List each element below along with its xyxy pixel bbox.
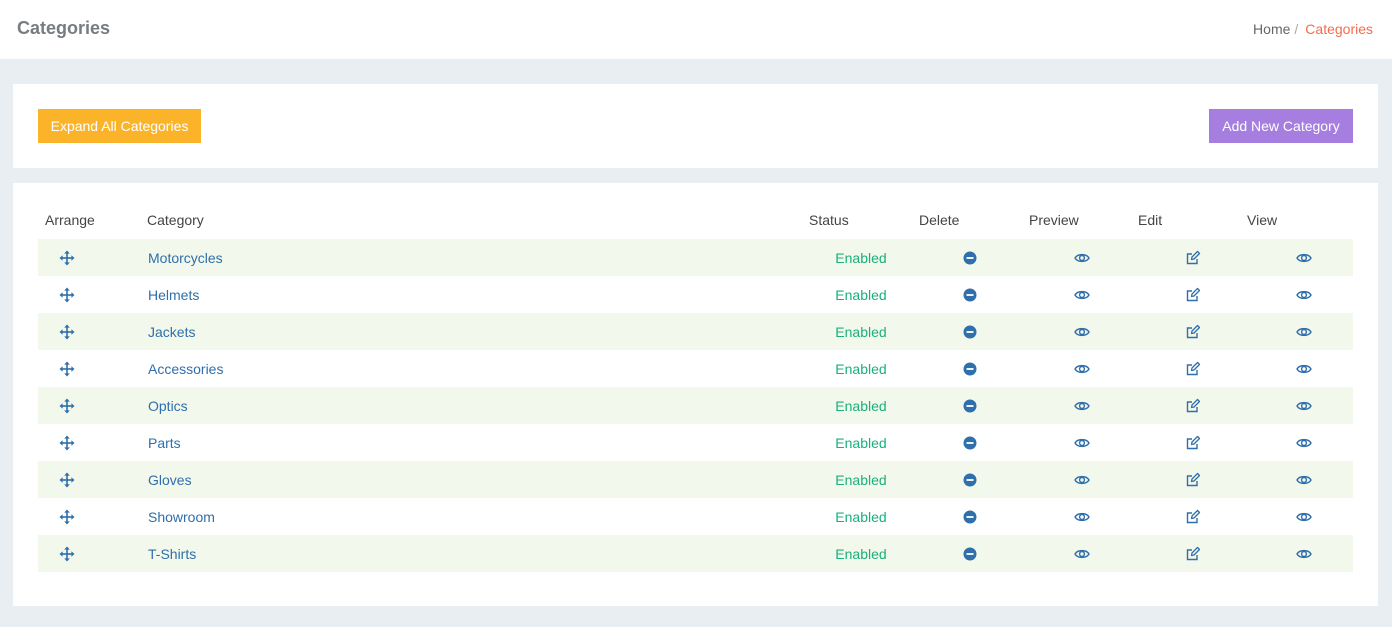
category-link[interactable]: Helmets xyxy=(148,287,199,303)
table-row: Jackets Enabled xyxy=(38,313,1353,350)
table-row: T-Shirts Enabled xyxy=(38,535,1353,572)
breadcrumb-current: Categories xyxy=(1305,21,1373,37)
edit-icon[interactable] xyxy=(1185,287,1201,303)
table-row: Motorcycles Enabled xyxy=(38,239,1353,276)
column-header-preview: Preview xyxy=(1029,211,1079,228)
eye-icon[interactable] xyxy=(1074,324,1090,340)
table-header: Arrange Category Status Delete Preview E… xyxy=(38,200,1353,239)
category-link[interactable]: Gloves xyxy=(148,472,192,488)
move-icon[interactable] xyxy=(59,435,75,451)
minus-circle-icon[interactable] xyxy=(962,546,978,562)
category-link[interactable]: Optics xyxy=(148,398,188,414)
categories-card: Arrange Category Status Delete Preview E… xyxy=(13,183,1378,606)
edit-icon[interactable] xyxy=(1185,435,1201,451)
edit-icon[interactable] xyxy=(1185,398,1201,414)
actions-card: Expand All Categories Add New Category xyxy=(13,84,1378,168)
move-icon[interactable] xyxy=(59,250,75,266)
category-link[interactable]: Parts xyxy=(148,435,181,451)
minus-circle-icon[interactable] xyxy=(962,435,978,451)
eye-icon[interactable] xyxy=(1074,435,1090,451)
minus-circle-icon[interactable] xyxy=(962,472,978,488)
eye-icon[interactable] xyxy=(1074,472,1090,488)
eye-icon[interactable] xyxy=(1296,398,1312,414)
eye-icon[interactable] xyxy=(1296,435,1312,451)
minus-circle-icon[interactable] xyxy=(962,324,978,340)
edit-icon[interactable] xyxy=(1185,509,1201,525)
minus-circle-icon[interactable] xyxy=(962,398,978,414)
eye-icon[interactable] xyxy=(1074,250,1090,266)
category-link[interactable]: Accessories xyxy=(148,361,223,377)
status-badge: Enabled xyxy=(835,471,887,488)
column-header-view: View xyxy=(1247,211,1278,228)
page-title: Categories xyxy=(17,18,111,38)
breadcrumb-separator: / xyxy=(1294,21,1299,37)
move-icon[interactable] xyxy=(59,361,75,377)
add-new-category-button[interactable]: Add New Category xyxy=(1209,109,1353,143)
edit-icon[interactable] xyxy=(1185,361,1201,377)
eye-icon[interactable] xyxy=(1296,250,1312,266)
edit-icon[interactable] xyxy=(1185,250,1201,266)
edit-icon[interactable] xyxy=(1185,472,1201,488)
eye-icon[interactable] xyxy=(1296,509,1312,525)
eye-icon[interactable] xyxy=(1074,546,1090,562)
move-icon[interactable] xyxy=(59,324,75,340)
edit-icon[interactable] xyxy=(1185,324,1201,340)
minus-circle-icon[interactable] xyxy=(962,287,978,303)
table-row: Showroom Enabled xyxy=(38,498,1353,535)
eye-icon[interactable] xyxy=(1296,361,1312,377)
expand-all-categories-button[interactable]: Expand All Categories xyxy=(38,109,201,143)
move-icon[interactable] xyxy=(59,398,75,414)
status-badge: Enabled xyxy=(835,249,887,266)
move-icon[interactable] xyxy=(59,472,75,488)
status-badge: Enabled xyxy=(835,360,887,377)
minus-circle-icon[interactable] xyxy=(962,361,978,377)
eye-icon[interactable] xyxy=(1074,361,1090,377)
breadcrumb-home-link[interactable]: Home xyxy=(1253,21,1290,37)
breadcrumb: Home / Categories xyxy=(1253,21,1373,37)
minus-circle-icon[interactable] xyxy=(962,509,978,525)
move-icon[interactable] xyxy=(59,287,75,303)
eye-icon[interactable] xyxy=(1296,324,1312,340)
eye-icon[interactable] xyxy=(1074,398,1090,414)
status-badge: Enabled xyxy=(835,323,887,340)
table-row: Helmets Enabled xyxy=(38,276,1353,313)
column-header-edit: Edit xyxy=(1138,211,1163,228)
column-header-status: Status xyxy=(809,211,849,228)
status-badge: Enabled xyxy=(835,545,887,562)
table-row: Accessories Enabled xyxy=(38,350,1353,387)
eye-icon[interactable] xyxy=(1296,287,1312,303)
status-badge: Enabled xyxy=(835,397,887,414)
column-header-category: Category xyxy=(147,211,204,228)
top-bar: Categories Home / Categories xyxy=(0,0,1392,59)
table-row: Gloves Enabled xyxy=(38,461,1353,498)
category-link[interactable]: Jackets xyxy=(148,324,195,340)
edit-icon[interactable] xyxy=(1185,546,1201,562)
status-badge: Enabled xyxy=(835,434,887,451)
column-header-arrange: Arrange xyxy=(45,211,95,228)
categories-table: Arrange Category Status Delete Preview E… xyxy=(38,200,1353,572)
table-row: Optics Enabled xyxy=(38,387,1353,424)
table-row: Parts Enabled xyxy=(38,424,1353,461)
eye-icon[interactable] xyxy=(1074,287,1090,303)
eye-icon[interactable] xyxy=(1296,472,1312,488)
move-icon[interactable] xyxy=(59,509,75,525)
eye-icon[interactable] xyxy=(1074,509,1090,525)
category-link[interactable]: T-Shirts xyxy=(148,546,196,562)
category-link[interactable]: Showroom xyxy=(148,509,215,525)
status-badge: Enabled xyxy=(835,508,887,525)
move-icon[interactable] xyxy=(59,546,75,562)
minus-circle-icon[interactable] xyxy=(962,250,978,266)
category-link[interactable]: Motorcycles xyxy=(148,250,223,266)
status-badge: Enabled xyxy=(835,286,887,303)
table-body: Motorcycles Enabled Helmets Enabled Jack… xyxy=(38,239,1353,572)
eye-icon[interactable] xyxy=(1296,546,1312,562)
column-header-delete: Delete xyxy=(919,211,960,228)
